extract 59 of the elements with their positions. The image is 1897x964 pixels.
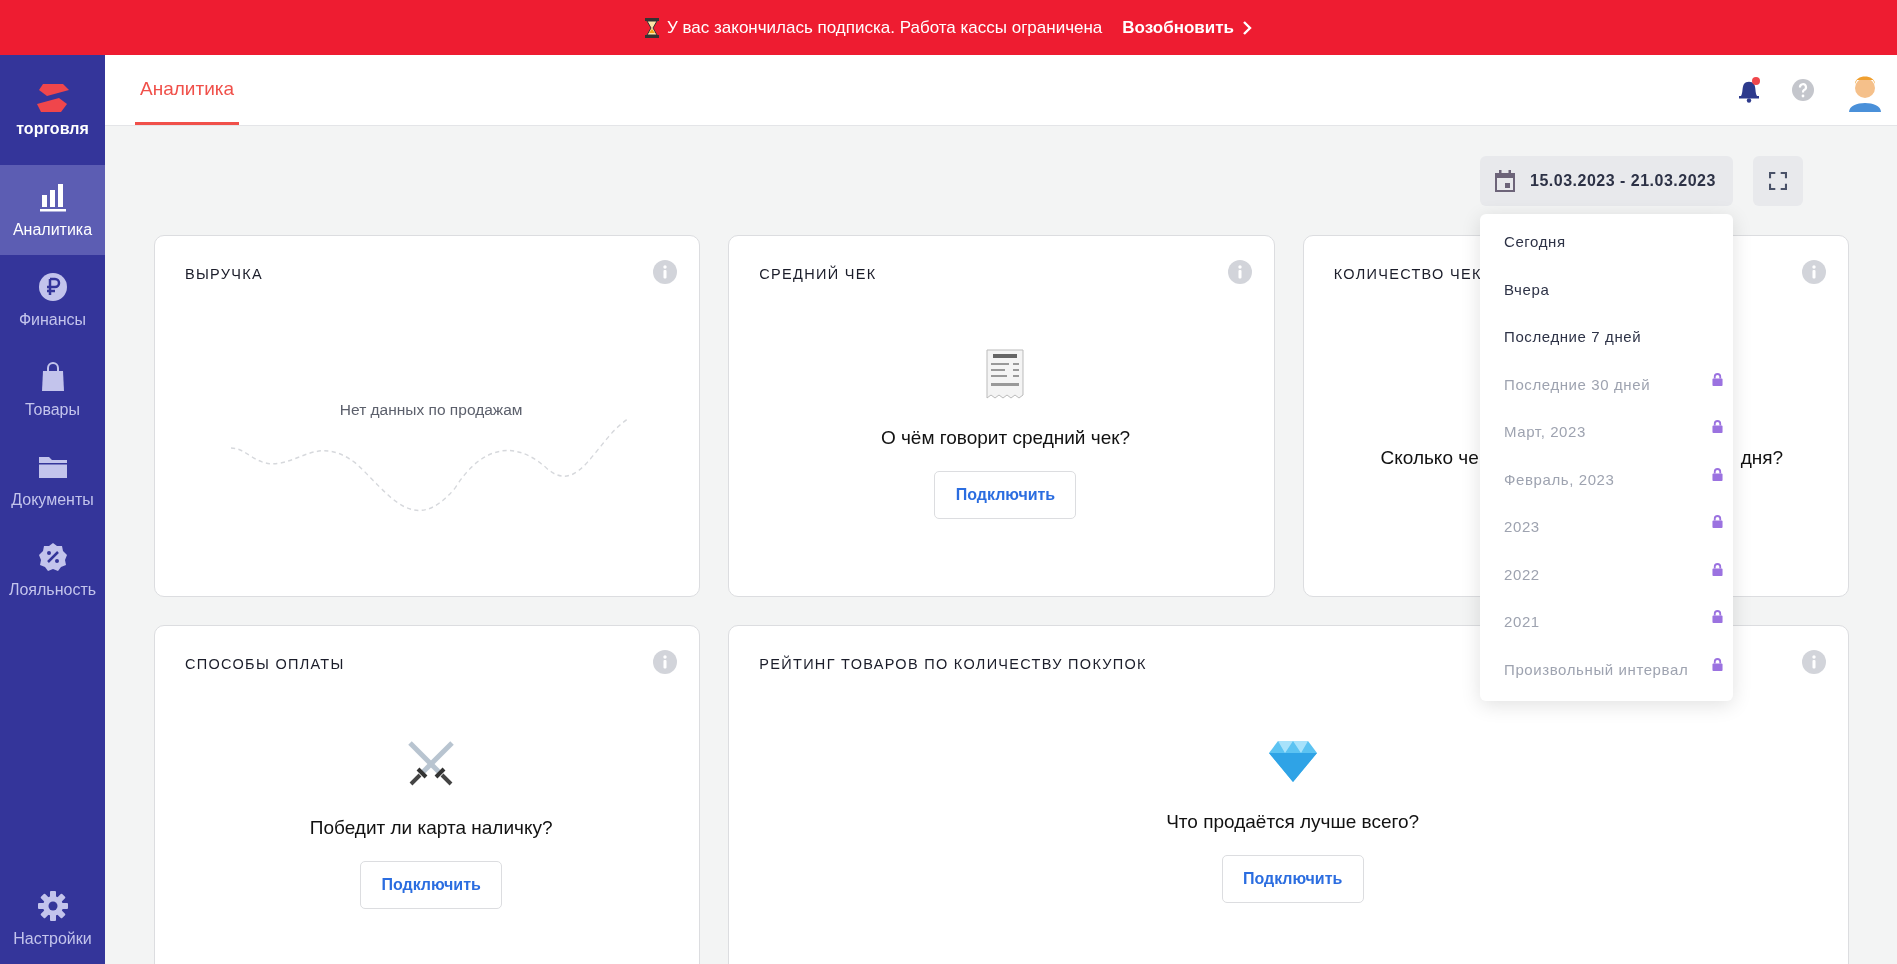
renew-link[interactable]: Возобновить bbox=[1122, 17, 1234, 38]
lock-icon bbox=[1712, 515, 1723, 528]
sidebar-item[interactable]: Товары bbox=[0, 345, 105, 435]
info-icon[interactable] bbox=[1227, 260, 1252, 284]
card-question: Сколько че bbox=[1380, 447, 1479, 469]
card-title: СРЕДНИЙ ЧЕК bbox=[759, 266, 877, 282]
analytics-tab[interactable]: Аналитика bbox=[135, 55, 240, 125]
lock-icon bbox=[1712, 372, 1723, 386]
sidebar-item[interactable]: Аналитика bbox=[0, 165, 105, 255]
sidebar-item[interactable]: Финансы bbox=[0, 255, 105, 345]
fullscreen-button[interactable] bbox=[1753, 156, 1803, 206]
fullscreen-icon bbox=[1769, 172, 1787, 190]
settings-icon bbox=[36, 890, 69, 922]
menu-item[interactable]: 2022 bbox=[1480, 550, 1733, 598]
sidebar-item[interactable]: Лояльность bbox=[0, 525, 105, 615]
bell-icon[interactable] bbox=[1737, 77, 1761, 103]
sidebar-item[interactable]: Документы bbox=[0, 435, 105, 525]
card-question: О чём говорит средний чек? bbox=[880, 427, 1131, 449]
calendar-icon bbox=[1494, 169, 1516, 193]
lock-icon bbox=[1712, 610, 1723, 623]
chevron-icon bbox=[1242, 19, 1252, 36]
info-icon[interactable] bbox=[653, 260, 678, 284]
connect-button[interactable]: Подключить bbox=[360, 861, 503, 909]
lock-icon bbox=[1712, 562, 1723, 576]
receipt-icon bbox=[985, 349, 1026, 399]
card-question: Что продаётся лучше всего? bbox=[1166, 811, 1420, 833]
menu-item[interactable]: Вчера bbox=[1480, 265, 1733, 313]
lock-icon bbox=[1712, 657, 1723, 671]
card-title: ВЫРУЧКА bbox=[185, 266, 263, 282]
info-icon[interactable] bbox=[1802, 650, 1826, 674]
diamond-icon bbox=[1267, 739, 1318, 783]
menu-item[interactable]: 2021 bbox=[1480, 598, 1733, 646]
menu-item[interactable]: Последние 7 дней bbox=[1480, 313, 1733, 361]
connect-button[interactable]: Подключить bbox=[934, 471, 1077, 519]
date-range-picker[interactable]: 15.03.2023 - 21.03.2023 bbox=[1480, 156, 1733, 206]
menu-item[interactable]: Февраль, 2023 bbox=[1480, 455, 1733, 503]
info-icon[interactable] bbox=[653, 650, 678, 674]
menu-item[interactable]: 2023 bbox=[1480, 503, 1733, 551]
help-icon[interactable] bbox=[1791, 78, 1815, 102]
hourglass-icon bbox=[645, 17, 659, 38]
banner-message: У вас закончилась подписка. Работа кассы ограничена bbox=[667, 17, 1103, 38]
menu-item[interactable]: Сегодня bbox=[1480, 218, 1733, 266]
sidebar-item[interactable]: Настройки bbox=[0, 874, 105, 964]
card-title: СПОСОБЫ ОПЛАТЫ bbox=[185, 656, 345, 672]
no-data-message: Нет данных по продажам bbox=[339, 401, 523, 419]
logo-text: торговля bbox=[16, 120, 89, 138]
connect-button[interactable]: Подключить bbox=[1221, 855, 1364, 903]
card-title: КОЛИЧЕСТВО ЧЕК bbox=[1333, 266, 1482, 282]
lock-icon bbox=[1712, 467, 1723, 481]
info-icon[interactable] bbox=[1802, 260, 1826, 284]
lock-icon bbox=[1712, 420, 1723, 433]
menu-item[interactable]: Последние 30 дней bbox=[1480, 360, 1733, 408]
menu-item[interactable]: Март, 2023 bbox=[1480, 408, 1733, 456]
card-question: дня? bbox=[1740, 447, 1784, 469]
ruble-icon bbox=[36, 271, 69, 303]
menu-item[interactable]: Произвольный интервал bbox=[1480, 645, 1733, 693]
card-title: РЕЙТИНГ ТОВАРОВ ПО КОЛИЧЕСТВУ ПОКУПОК bbox=[759, 656, 1147, 672]
percent-badge-icon bbox=[36, 541, 69, 573]
card-question: Победит ли карта наличку? bbox=[309, 817, 553, 839]
